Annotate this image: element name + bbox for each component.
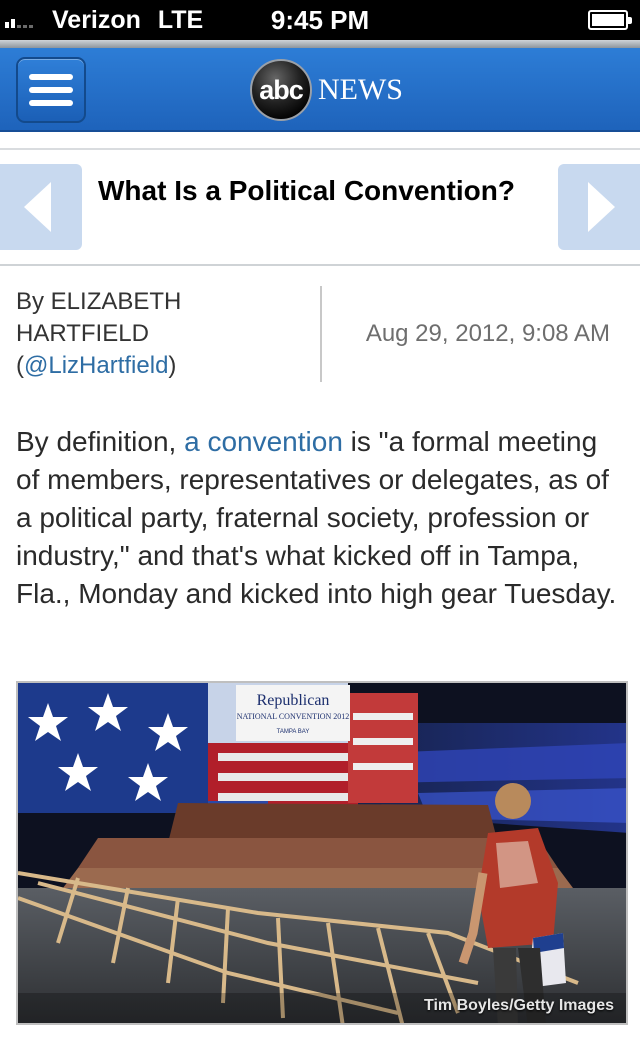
status-time: 9:45 PM xyxy=(270,5,370,35)
logo-news-text: NEWS xyxy=(318,73,403,106)
author-twitter-link[interactable]: @LizHartfield xyxy=(24,352,168,379)
next-article-button[interactable] xyxy=(558,164,640,250)
status-divider xyxy=(0,40,640,48)
article-photo[interactable]: Republican NATIONAL CONVENTION 2012 TAMP… xyxy=(16,681,628,1025)
abc-news-logo: abc NEWS xyxy=(250,58,403,122)
sign-tampa-bay: TAMPA BAY xyxy=(277,729,310,735)
battery-icon xyxy=(588,10,632,30)
previous-article-button[interactable] xyxy=(0,164,82,250)
menu-button[interactable] xyxy=(16,57,86,123)
sign-convention: NATIONAL CONVENTION 2012 xyxy=(237,712,350,721)
body-text-start: By definition, xyxy=(16,426,185,457)
article-body: By definition, a convention is "a formal… xyxy=(16,423,626,613)
byline: By ELIZABETH HARTFIELD (@LizHartfield) xyxy=(16,286,306,382)
status-bar: Verizon LTE 9:45 PM xyxy=(0,0,640,40)
article-nav: What Is a Political Convention? xyxy=(0,148,640,266)
sign-republican: Republican xyxy=(257,692,330,709)
byline-divider xyxy=(320,286,322,382)
convention-link[interactable]: a convention xyxy=(184,426,343,457)
app-header: abc NEWS xyxy=(0,48,640,132)
abc-logo-disc: abc xyxy=(250,59,312,121)
article-title: What Is a Political Convention? xyxy=(98,175,515,206)
publish-date: Aug 29, 2012, 9:08 AM xyxy=(365,320,610,347)
photo-credit: Tim Boyles/Getty Images xyxy=(424,997,614,1014)
byline-suffix: ) xyxy=(168,352,177,379)
convention-floor-image: Republican NATIONAL CONVENTION 2012 TAMP… xyxy=(18,683,626,1023)
